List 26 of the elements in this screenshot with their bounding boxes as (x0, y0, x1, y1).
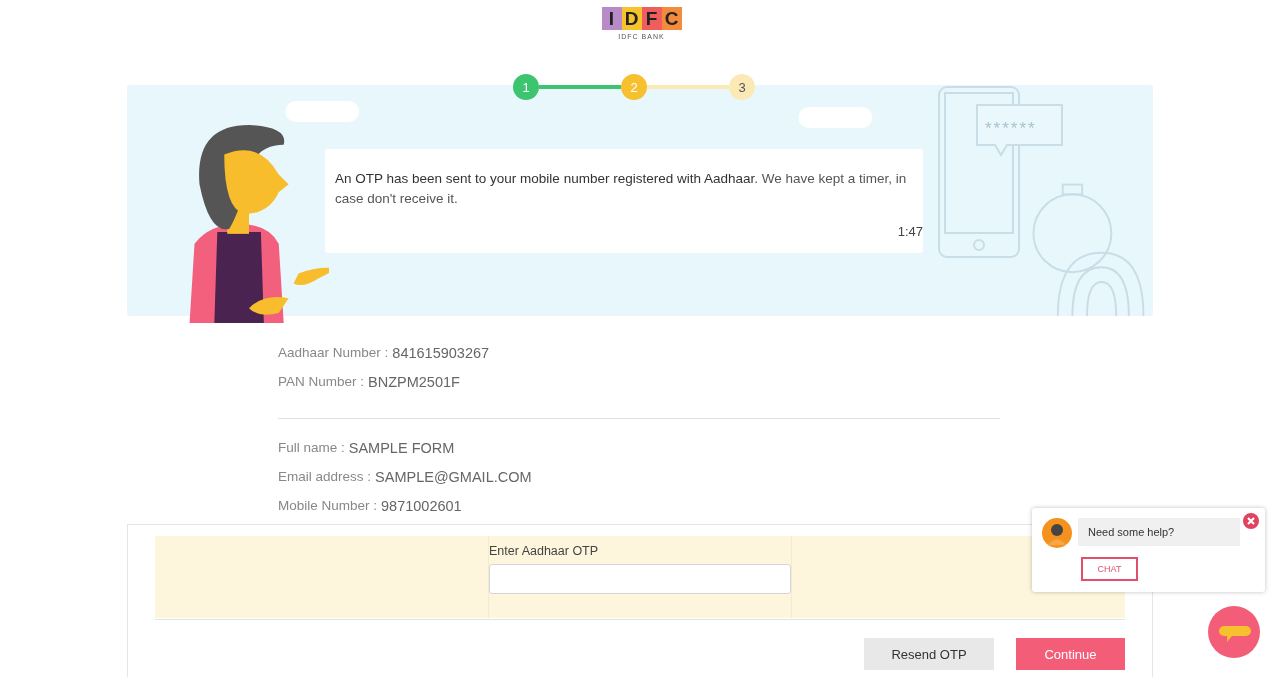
field-value: BNZPM2501F (368, 373, 460, 390)
logo: I D F C (601, 7, 682, 30)
field-label: Email address : (278, 469, 372, 484)
step-indicator: 3 (729, 74, 755, 100)
otp-label: Enter Aadhaar OTP (489, 544, 600, 558)
chat-button[interactable]: CHAT (1081, 557, 1138, 581)
field-value: SAMPLE FORM (348, 439, 455, 456)
field-value: 9871002601 (381, 497, 462, 514)
otp-message: An OTP has been sent to your mobile number registered with Aadhaar. We have kept a timer, in case don't receive it. (335, 170, 908, 208)
countdown-timer: 1:47 (897, 224, 923, 239)
step-indicator: 1 (513, 74, 539, 100)
field-label: Mobile Number : (278, 498, 378, 513)
avatar-icon (1042, 518, 1072, 548)
help-message: Need some help? (1078, 518, 1240, 546)
step-indicator: 2 (621, 74, 647, 100)
field-value: 841615903267 (392, 344, 490, 361)
resend-button[interactable]: Resend OTP (864, 638, 994, 670)
field-label: Full name : (278, 440, 345, 455)
close-icon[interactable] (1243, 513, 1259, 529)
field-label: Aadhaar Number : (278, 345, 389, 360)
continue-button[interactable]: Continue (1016, 638, 1125, 670)
otp-input[interactable] (489, 564, 791, 594)
code-mask: ****** (985, 119, 1037, 139)
field-value: SAMPLE@GMAIL.COM (375, 468, 532, 485)
chat-icon[interactable] (1208, 606, 1260, 658)
field-label: PAN Number : (278, 374, 365, 389)
